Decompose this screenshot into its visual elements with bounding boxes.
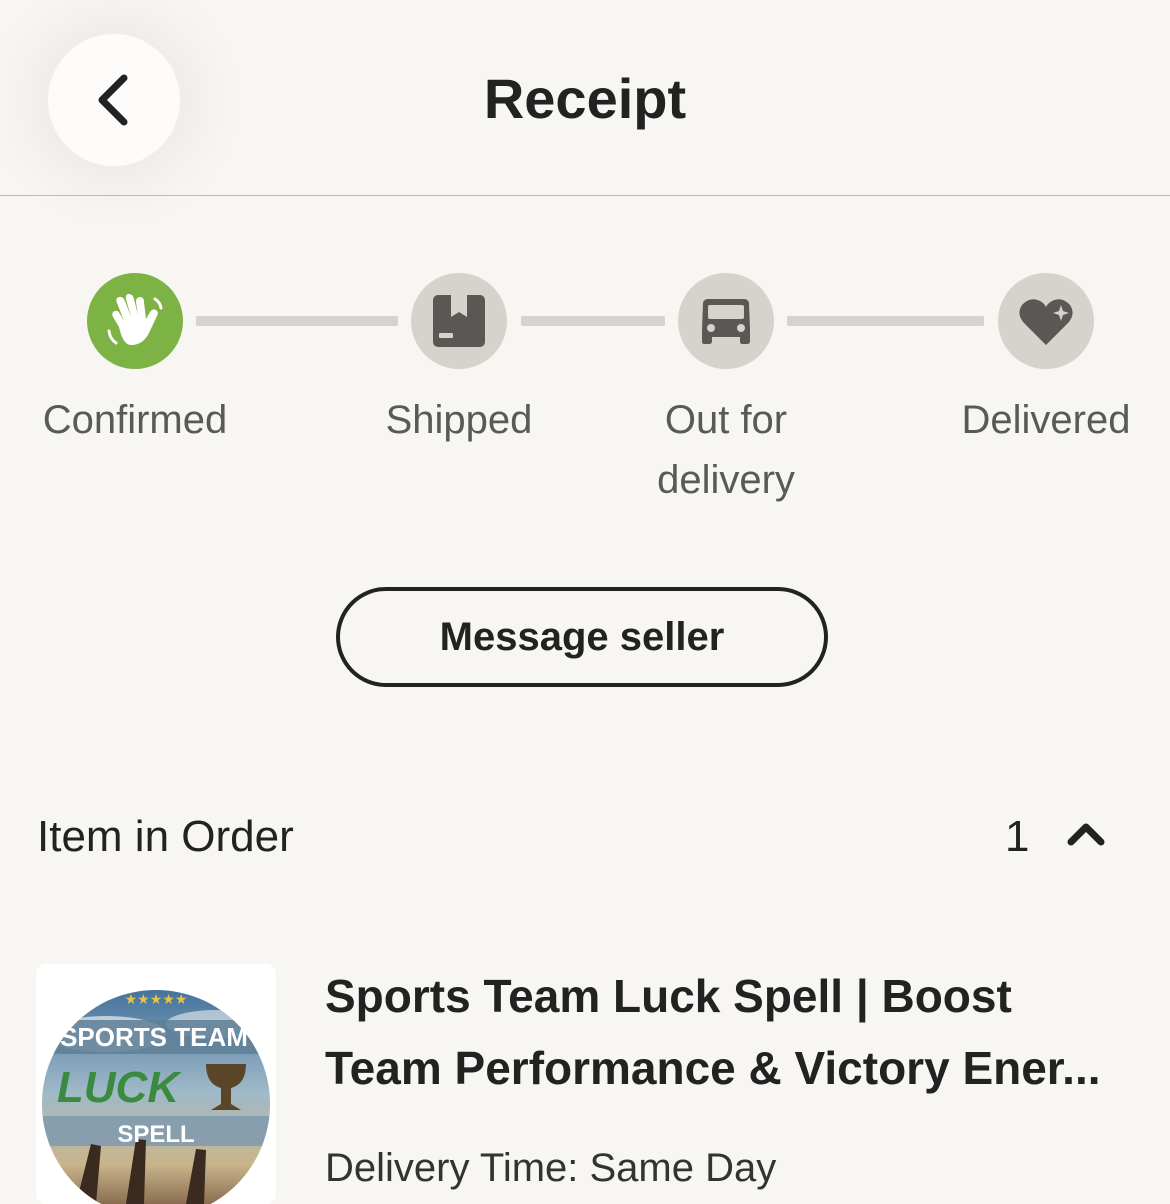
waving-hand-icon	[107, 294, 163, 345]
step-label-delivered: Delivered	[961, 398, 1131, 442]
step-shipped	[411, 273, 507, 369]
message-seller-button[interactable]: Message seller	[336, 587, 828, 687]
section-title: Item in Order	[37, 812, 294, 861]
item-delivery-time: Delivery Time: Same Day	[325, 1146, 777, 1190]
package-icon	[433, 295, 485, 347]
step-label-shipped: Shipped	[385, 398, 533, 442]
step-out-for-delivery	[678, 273, 774, 369]
svg-text:★★★★★: ★★★★★	[125, 992, 188, 1008]
step-label-out-for-delivery: Out for delivery	[657, 398, 795, 502]
item-count: 1	[1005, 812, 1030, 861]
page-title: Receipt	[483, 67, 687, 130]
heart-sparkle-icon	[1019, 299, 1073, 345]
header-divider	[0, 195, 1170, 196]
truck-icon	[702, 299, 750, 344]
thumbnail-line1: SPORTS TEAM	[60, 1022, 248, 1052]
step-delivered	[998, 273, 1094, 369]
header: Receipt	[0, 0, 1170, 196]
item-thumbnail[interactable]: ★★★★★ SPORTS TEAM LUCK SPELL	[36, 964, 276, 1204]
thumbnail-line2: LUCK	[57, 1063, 182, 1112]
progress-connector	[521, 316, 665, 326]
item-title[interactable]: Sports Team Luck Spell | Boost Team Perf…	[325, 960, 1105, 1104]
thumbnail-line3: SPELL	[117, 1121, 194, 1148]
item-thumbnail-image: ★★★★★ SPORTS TEAM LUCK SPELL	[42, 990, 270, 1204]
progress-connector	[196, 316, 398, 326]
progress-connector	[787, 316, 984, 326]
chevron-up-icon[interactable]	[1066, 820, 1106, 848]
step-confirmed	[87, 273, 183, 369]
step-label-confirmed: Confirmed	[42, 398, 228, 442]
